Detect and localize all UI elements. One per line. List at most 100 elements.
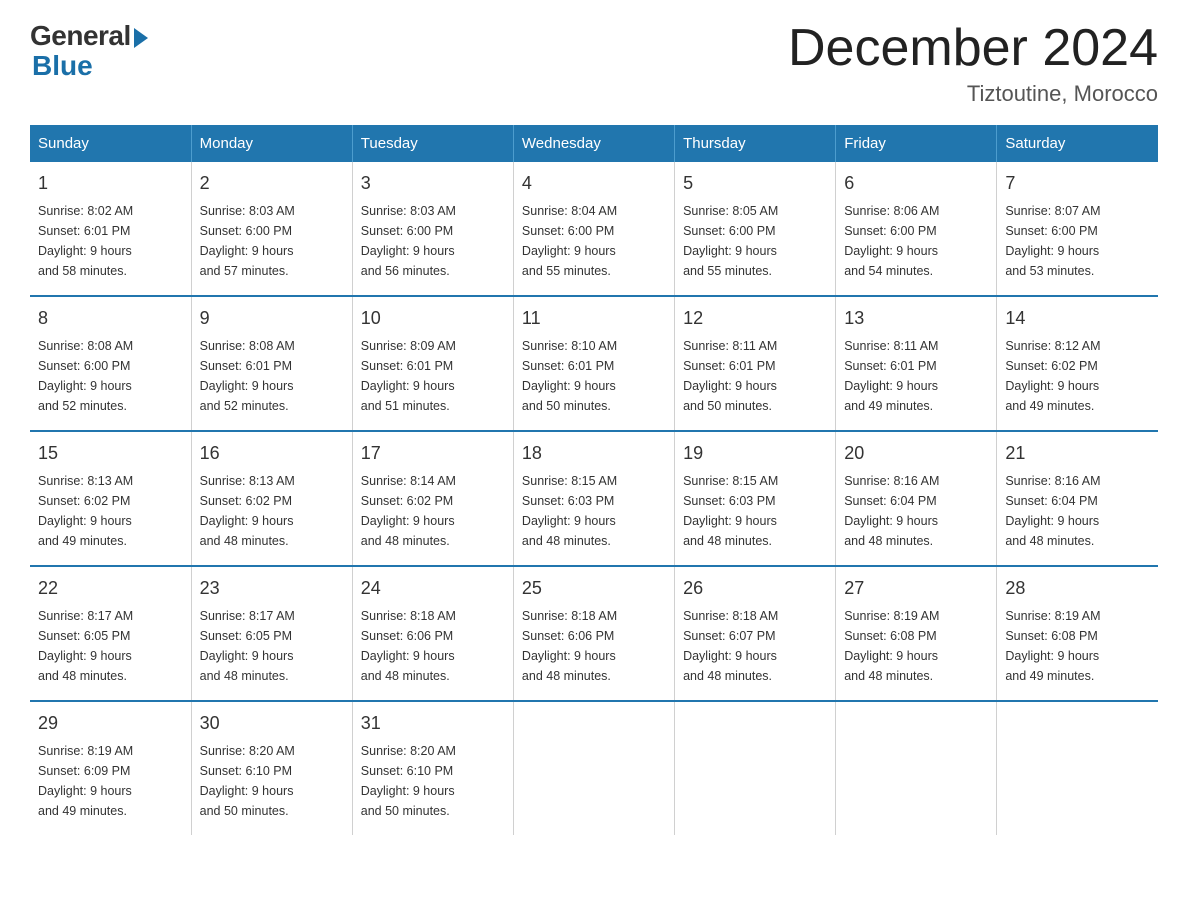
calendar-cell: 9 Sunrise: 8:08 AMSunset: 6:01 PMDaylight… xyxy=(191,296,352,431)
header-monday: Monday xyxy=(191,125,352,162)
day-number: 24 xyxy=(361,575,505,602)
day-number: 29 xyxy=(38,710,183,737)
day-number: 28 xyxy=(1005,575,1150,602)
calendar-cell: 2Sunrise: 8:03 AMSunset: 6:00 PMDaylight… xyxy=(191,162,352,296)
header-wednesday: Wednesday xyxy=(513,125,674,162)
location: Tiztoutine, Morocco xyxy=(788,81,1158,107)
day-number: 6 xyxy=(844,170,988,197)
day-number: 13 xyxy=(844,305,988,332)
day-info: Sunrise: 8:19 AMSunset: 6:09 PMDaylight:… xyxy=(38,741,183,821)
day-info: Sunrise: 8:06 AMSunset: 6:00 PMDaylight:… xyxy=(844,201,988,281)
day-info: Sunrise: 8:17 AMSunset: 6:05 PMDaylight:… xyxy=(200,606,344,686)
calendar-cell: 8 Sunrise: 8:08 AMSunset: 6:00 PMDaylight… xyxy=(30,296,191,431)
day-number: 3 xyxy=(361,170,505,197)
day-number: 9 xyxy=(200,305,344,332)
day-info: Sunrise: 8:20 AMSunset: 6:10 PMDaylight:… xyxy=(200,741,344,821)
day-number: 30 xyxy=(200,710,344,737)
day-number: 7 xyxy=(1005,170,1150,197)
day-number: 4 xyxy=(522,170,666,197)
logo-arrow-icon xyxy=(134,28,148,48)
day-info: Sunrise: 8:03 AMSunset: 6:00 PMDaylight:… xyxy=(361,201,505,281)
logo-blue-text: Blue xyxy=(32,50,93,82)
calendar-cell xyxy=(675,701,836,835)
calendar-cell: 20 Sunrise: 8:16 AMSunset: 6:04 PMDayligh… xyxy=(836,431,997,566)
day-info: Sunrise: 8:08 AMSunset: 6:01 PMDaylight:… xyxy=(200,336,344,416)
day-number: 2 xyxy=(200,170,344,197)
calendar-cell: 23 Sunrise: 8:17 AMSunset: 6:05 PMDayligh… xyxy=(191,566,352,701)
calendar-cell: 6 Sunrise: 8:06 AMSunset: 6:00 PMDaylight… xyxy=(836,162,997,296)
calendar-cell: 1 Sunrise: 8:02 AMSunset: 6:01 PMDaylight… xyxy=(30,162,191,296)
calendar-cell: 31 Sunrise: 8:20 AMSunset: 6:10 PMDayligh… xyxy=(352,701,513,835)
page-header: General Blue December 2024 Tiztoutine, M… xyxy=(30,20,1158,107)
day-info: Sunrise: 8:18 AMSunset: 6:06 PMDaylight:… xyxy=(361,606,505,686)
title-block: December 2024 Tiztoutine, Morocco xyxy=(788,20,1158,107)
calendar-cell: 30 Sunrise: 8:20 AMSunset: 6:10 PMDayligh… xyxy=(191,701,352,835)
day-info: Sunrise: 8:16 AMSunset: 6:04 PMDaylight:… xyxy=(844,471,988,551)
day-info: Sunrise: 8:02 AMSunset: 6:01 PMDaylight:… xyxy=(38,201,183,281)
calendar-cell: 18Sunrise: 8:15 AMSunset: 6:03 PMDayligh… xyxy=(513,431,674,566)
day-number: 12 xyxy=(683,305,827,332)
day-info: Sunrise: 8:11 AMSunset: 6:01 PMDaylight:… xyxy=(683,336,827,416)
day-info: Sunrise: 8:19 AMSunset: 6:08 PMDaylight:… xyxy=(1005,606,1150,686)
logo: General Blue xyxy=(30,20,148,82)
calendar-table: Sunday Monday Tuesday Wednesday Thursday… xyxy=(30,125,1158,835)
day-number: 22 xyxy=(38,575,183,602)
day-info: Sunrise: 8:08 AMSunset: 6:00 PMDaylight:… xyxy=(38,336,183,416)
month-title: December 2024 xyxy=(788,20,1158,77)
header-saturday: Saturday xyxy=(997,125,1158,162)
calendar-cell: 11 Sunrise: 8:10 AMSunset: 6:01 PMDayligh… xyxy=(513,296,674,431)
header-friday: Friday xyxy=(836,125,997,162)
calendar-cell xyxy=(836,701,997,835)
day-number: 8 xyxy=(38,305,183,332)
calendar-cell: 17Sunrise: 8:14 AMSunset: 6:02 PMDayligh… xyxy=(352,431,513,566)
day-number: 11 xyxy=(522,305,666,332)
day-info: Sunrise: 8:18 AMSunset: 6:06 PMDaylight:… xyxy=(522,606,666,686)
calendar-cell xyxy=(997,701,1158,835)
day-number: 10 xyxy=(361,305,505,332)
day-number: 26 xyxy=(683,575,827,602)
calendar-cell: 22 Sunrise: 8:17 AMSunset: 6:05 PMDayligh… xyxy=(30,566,191,701)
day-info: Sunrise: 8:17 AMSunset: 6:05 PMDaylight:… xyxy=(38,606,183,686)
day-info: Sunrise: 8:10 AMSunset: 6:01 PMDaylight:… xyxy=(522,336,666,416)
calendar-cell: 3 Sunrise: 8:03 AMSunset: 6:00 PMDaylight… xyxy=(352,162,513,296)
calendar-body: 1 Sunrise: 8:02 AMSunset: 6:01 PMDaylight… xyxy=(30,162,1158,835)
calendar-cell: 19Sunrise: 8:15 AMSunset: 6:03 PMDayligh… xyxy=(675,431,836,566)
calendar-cell: 27Sunrise: 8:19 AMSunset: 6:08 PMDayligh… xyxy=(836,566,997,701)
calendar-cell: 7 Sunrise: 8:07 AMSunset: 6:00 PMDaylight… xyxy=(997,162,1158,296)
calendar-cell: 4 Sunrise: 8:04 AMSunset: 6:00 PMDaylight… xyxy=(513,162,674,296)
day-info: Sunrise: 8:05 AMSunset: 6:00 PMDaylight:… xyxy=(683,201,827,281)
calendar-header: Sunday Monday Tuesday Wednesday Thursday… xyxy=(30,125,1158,162)
calendar-cell: 14Sunrise: 8:12 AMSunset: 6:02 PMDayligh… xyxy=(997,296,1158,431)
day-number: 18 xyxy=(522,440,666,467)
day-info: Sunrise: 8:09 AMSunset: 6:01 PMDaylight:… xyxy=(361,336,505,416)
header-tuesday: Tuesday xyxy=(352,125,513,162)
day-info: Sunrise: 8:15 AMSunset: 6:03 PMDaylight:… xyxy=(683,471,827,551)
logo-general-text: General xyxy=(30,20,131,52)
day-number: 5 xyxy=(683,170,827,197)
day-number: 23 xyxy=(200,575,344,602)
calendar-cell: 5 Sunrise: 8:05 AMSunset: 6:00 PMDaylight… xyxy=(675,162,836,296)
calendar-cell: 12 Sunrise: 8:11 AMSunset: 6:01 PMDayligh… xyxy=(675,296,836,431)
day-number: 31 xyxy=(361,710,505,737)
day-info: Sunrise: 8:19 AMSunset: 6:08 PMDaylight:… xyxy=(844,606,988,686)
day-info: Sunrise: 8:20 AMSunset: 6:10 PMDaylight:… xyxy=(361,741,505,821)
calendar-cell: 10 Sunrise: 8:09 AMSunset: 6:01 PMDayligh… xyxy=(352,296,513,431)
calendar-cell xyxy=(513,701,674,835)
day-number: 20 xyxy=(844,440,988,467)
day-info: Sunrise: 8:16 AMSunset: 6:04 PMDaylight:… xyxy=(1005,471,1150,551)
calendar-cell: 21 Sunrise: 8:16 AMSunset: 6:04 PMDayligh… xyxy=(997,431,1158,566)
calendar-cell: 13 Sunrise: 8:11 AMSunset: 6:01 PMDayligh… xyxy=(836,296,997,431)
day-info: Sunrise: 8:12 AMSunset: 6:02 PMDaylight:… xyxy=(1005,336,1150,416)
day-info: Sunrise: 8:07 AMSunset: 6:00 PMDaylight:… xyxy=(1005,201,1150,281)
day-number: 21 xyxy=(1005,440,1150,467)
day-number: 1 xyxy=(38,170,183,197)
calendar-cell: 15Sunrise: 8:13 AMSunset: 6:02 PMDayligh… xyxy=(30,431,191,566)
calendar-cell: 26Sunrise: 8:18 AMSunset: 6:07 PMDayligh… xyxy=(675,566,836,701)
calendar-cell: 25Sunrise: 8:18 AMSunset: 6:06 PMDayligh… xyxy=(513,566,674,701)
day-info: Sunrise: 8:13 AMSunset: 6:02 PMDaylight:… xyxy=(200,471,344,551)
day-info: Sunrise: 8:11 AMSunset: 6:01 PMDaylight:… xyxy=(844,336,988,416)
header-sunday: Sunday xyxy=(30,125,191,162)
calendar-cell: 28 Sunrise: 8:19 AMSunset: 6:08 PMDayligh… xyxy=(997,566,1158,701)
day-info: Sunrise: 8:04 AMSunset: 6:00 PMDaylight:… xyxy=(522,201,666,281)
calendar-cell: 24 Sunrise: 8:18 AMSunset: 6:06 PMDayligh… xyxy=(352,566,513,701)
